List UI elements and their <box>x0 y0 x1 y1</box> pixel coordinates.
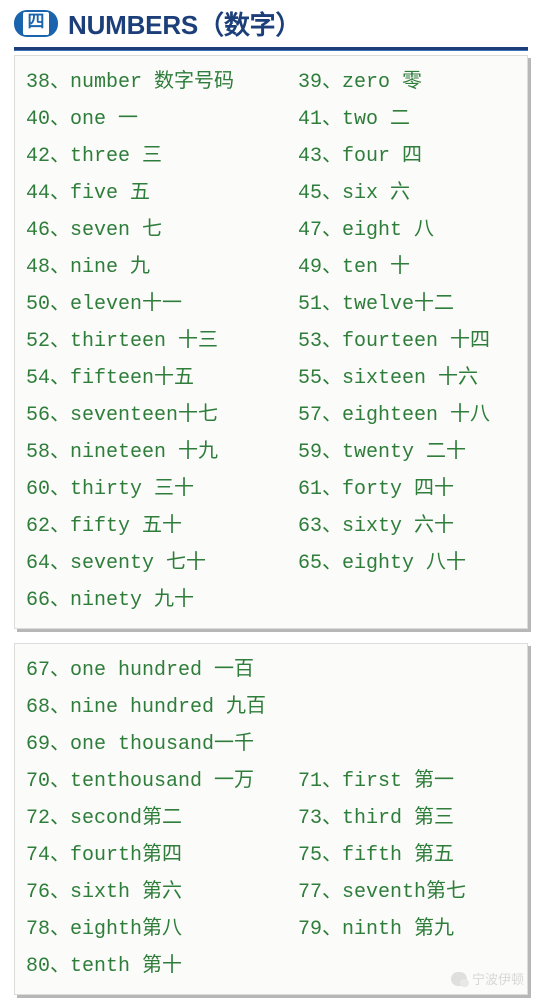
vocab-entry: 67、one hundred 一百 <box>26 658 255 682</box>
vocab-row: 69、one thousand一千 <box>15 726 527 763</box>
vocab-row: 44、five 五 45、six 六 <box>15 175 527 212</box>
watermark: 宁波伊顿 <box>450 969 524 988</box>
vocab-row: 40、one 一 41、two 二 <box>15 101 527 138</box>
vocab-entry: 62、fifty 五十 <box>26 514 183 538</box>
vocab-entry: 41、two 二 <box>298 107 411 131</box>
vocab-entry: 61、forty 四十 <box>298 477 455 501</box>
wechat-logo-icon <box>450 971 469 987</box>
vocab-entry: 53、fourteen 十四 <box>298 329 491 353</box>
vocab-entry: 52、thirteen 十三 <box>26 329 219 353</box>
vocab-row: 52、thirteen 十三 53、fourteen 十四 <box>15 323 527 360</box>
vocab-entry: 60、thirty 三十 <box>26 477 195 501</box>
numbers-cardinal-card: 38、number 数字号码 39、zero 零 40、one 一 41、two 二4… <box>14 55 528 629</box>
vocab-row: 54、fifteen十五 55、sixteen 十六 <box>15 360 527 397</box>
vocab-entry: 49、ten 十 <box>298 255 411 279</box>
vocab-row: 68、nine hundred 九百 <box>15 689 527 726</box>
vocab-row: 62、fifty 五十 63、sixty 六十 <box>15 508 527 545</box>
vocab-entry: 55、sixteen 十六 <box>298 366 479 390</box>
vocab-row: 67、one hundred 一百 <box>15 652 527 689</box>
vocab-row: 64、seventy 七十 65、eighty 八十 <box>15 545 527 582</box>
vocab-row: 46、seven 七 47、eight 八 <box>15 212 527 249</box>
section-number-badge-char: 四 <box>23 11 49 35</box>
vocab-entry: 56、seventeen十七 <box>26 403 219 427</box>
vocab-row: 78、eighth第八 79、ninth 第九 <box>15 911 527 948</box>
vocab-entry: 71、first 第一 <box>298 769 455 793</box>
vocab-entry: 64、seventy 七十 <box>26 551 207 575</box>
vocab-entry: 65、eighty 八十 <box>298 551 467 575</box>
vocab-row: 48、nine 九 49、ten 十 <box>15 249 527 286</box>
vocab-row: 74、fourth第四 75、fifth 第五 <box>15 837 527 874</box>
vocab-entry: 39、zero 零 <box>298 70 423 94</box>
vocab-entry: 48、nine 九 <box>26 255 151 279</box>
vocab-entry: 57、eighteen 十八 <box>298 403 491 427</box>
vocab-row: 50、eleven十一 51、twelve十二 <box>15 286 527 323</box>
section-number-badge-icon: 四 <box>14 9 58 37</box>
vocab-row: 60、thirty 三十 61、forty 四十 <box>15 471 527 508</box>
vocab-entry: 78、eighth第八 <box>26 917 183 941</box>
vocab-entry: 58、nineteen 十九 <box>26 440 219 464</box>
vocab-entry: 44、five 五 <box>26 181 151 205</box>
vocab-entry: 51、twelve十二 <box>298 292 455 316</box>
page-title: NUMBERS（数字） <box>68 9 302 40</box>
vocab-entry: 45、six 六 <box>298 181 411 205</box>
vocab-row: 76、sixth 第六 77、seventh第七 <box>15 874 527 911</box>
vocab-entry: 80、tenth 第十 <box>26 954 183 978</box>
vocab-entry: 77、seventh第七 <box>298 880 467 904</box>
vocab-entry: 74、fourth第四 <box>26 843 183 867</box>
vocab-entry: 76、sixth 第六 <box>26 880 183 904</box>
vocab-entry: 54、fifteen十五 <box>26 366 195 390</box>
vocab-entry: 68、nine hundred 九百 <box>26 695 267 719</box>
vocab-row: 42、three 三 43、four 四 <box>15 138 527 175</box>
header-divider <box>14 47 528 51</box>
vocab-row: 66、ninety 九十 <box>15 582 527 619</box>
vocab-entry: 40、one 一 <box>26 107 139 131</box>
vocab-entry: 75、fifth 第五 <box>298 843 455 867</box>
vocab-entry: 43、four 四 <box>298 144 423 168</box>
vocab-row: 56、seventeen十七 57、eighteen 十八 <box>15 397 527 434</box>
vocab-entry: 79、ninth 第九 <box>298 917 455 941</box>
vocab-row: 58、nineteen 十九 59、twenty 二十 <box>15 434 527 471</box>
vocab-entry: 46、seven 七 <box>26 218 163 242</box>
watermark-label: 宁波伊顿 <box>471 973 524 988</box>
vocab-entry: 72、second第二 <box>26 806 183 830</box>
vocab-row: 72、second第二 73、third 第三 <box>15 800 527 837</box>
vocab-entry: 59、twenty 二十 <box>298 440 467 464</box>
vocab-entry: 42、three 三 <box>26 144 163 168</box>
vocab-entry: 73、third 第三 <box>298 806 455 830</box>
vocab-row: 38、number 数字号码 39、zero 零 <box>15 64 527 101</box>
vocab-entry: 66、ninety 九十 <box>26 588 195 612</box>
vocab-entry: 47、eight 八 <box>298 218 435 242</box>
vocab-entry: 50、eleven十一 <box>26 292 183 316</box>
vocab-row: 70、tenthousand 一万 71、first 第一 <box>15 763 527 800</box>
page-header: 四 NUMBERS（数字） <box>0 0 542 46</box>
numbers-large-and-ordinal-card: 67、one hundred 一百 68、nine hundred 九百 69、on… <box>14 643 528 995</box>
vocab-entry: 69、one thousand一千 <box>26 732 255 756</box>
vocab-entry: 38、number 数字号码 <box>26 70 235 94</box>
vocab-entry: 70、tenthousand 一万 <box>26 769 255 793</box>
vocab-entry: 63、sixty 六十 <box>298 514 455 538</box>
